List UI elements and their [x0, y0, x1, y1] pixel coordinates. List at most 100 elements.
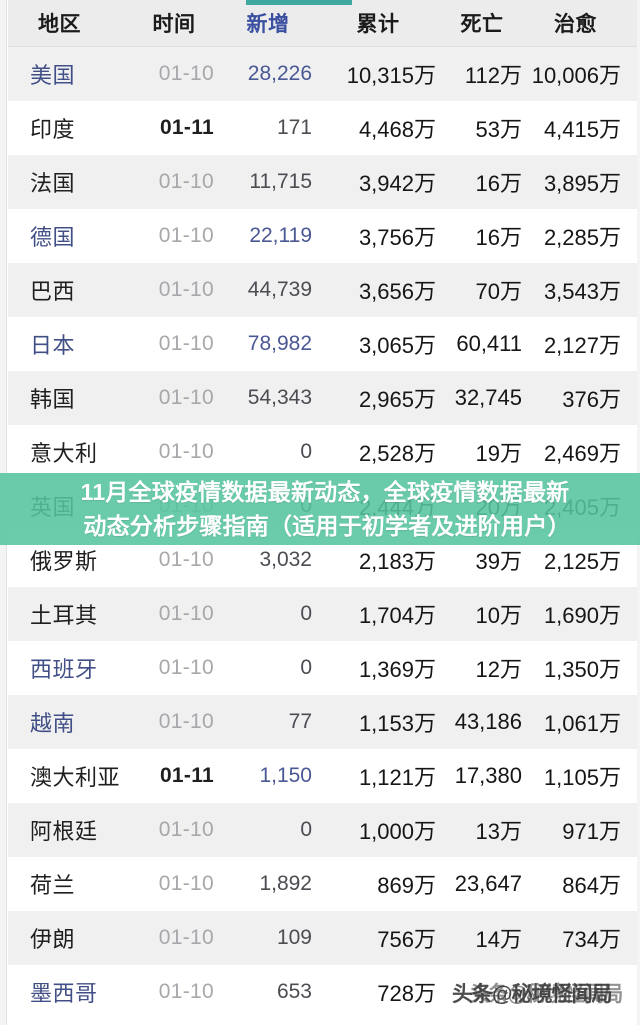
region-cell: 墨西哥: [8, 976, 132, 1008]
column-header-total-label: 累计: [356, 13, 400, 36]
cure-value: 864万: [562, 873, 621, 898]
cure-value: 4,415万: [543, 117, 621, 142]
cure-cell: 1,105万: [528, 760, 637, 792]
column-header-date-label: 时间: [152, 13, 196, 36]
region-value: 墨西哥: [30, 981, 98, 1006]
table-row[interactable]: 澳大利亚 01-11 1,150 1,121万 17,380 1,105万: [8, 749, 637, 803]
date-cell: 01-10: [132, 170, 222, 194]
region-cell: 俄罗斯: [8, 544, 132, 576]
region-cell: 巴西: [8, 274, 132, 306]
date-value: 01-10: [158, 332, 214, 355]
date-cell: 01-10: [132, 602, 222, 626]
total-cell: 2,183万: [318, 544, 440, 576]
cure-value: 1,105万: [543, 765, 621, 790]
death-cell: 60,411: [440, 331, 528, 357]
column-header-date[interactable]: 时间: [132, 8, 222, 38]
date-cell: 01-10: [132, 62, 222, 86]
new-value: 11,715: [249, 170, 312, 193]
date-cell: 01-10: [132, 710, 222, 734]
death-cell: 32,745: [440, 385, 528, 411]
table-row[interactable]: 德国 01-10 22,119 3,756万 16万 2,285万: [8, 209, 637, 263]
total-cell: 4,468万: [318, 112, 440, 144]
new-value: 54,343: [247, 386, 312, 409]
new-value: 0: [300, 656, 312, 679]
cure-value: 1,350万: [543, 657, 621, 682]
table-row[interactable]: 西班牙 01-10 0 1,369万 12万 1,350万: [8, 641, 637, 695]
date-cell: 01-10: [132, 548, 222, 572]
death-cell: 10万: [440, 598, 528, 630]
death-value: 32,745: [454, 385, 522, 410]
death-cell: 23,647: [440, 871, 528, 897]
new-value: 3,032: [259, 548, 312, 571]
region-value: 荷兰: [30, 873, 76, 898]
cure-value: 971万: [562, 819, 621, 844]
cure-cell: 1,350万: [528, 652, 637, 684]
table-row[interactable]: 意大利 01-10 0 2,528万 19万 2,469万: [8, 425, 637, 479]
death-cell: 43,186: [440, 709, 528, 735]
table-row[interactable]: 法国 01-10 11,715 3,942万 16万 3,895万: [8, 155, 637, 209]
table-row[interactable]: 阿根廷 01-10 0 1,000万 13万 971万: [8, 803, 637, 857]
new-value: 653: [276, 980, 312, 1003]
death-cell: 13万: [440, 814, 528, 846]
date-value: 01-10: [158, 62, 214, 85]
column-header-death[interactable]: 死亡: [440, 8, 528, 38]
total-value: 2,528万: [358, 441, 436, 466]
region-cell: 美国: [8, 58, 132, 90]
date-cell: 01-10: [132, 926, 222, 950]
table-row[interactable]: 土耳其 01-10 0 1,704万 10万 1,690万: [8, 587, 637, 641]
new-value: 171: [276, 116, 312, 139]
date-value: 01-10: [158, 440, 214, 463]
covid-stats-table-screen: 地区 时间 新增 累计 死亡 治愈 美国 01-10 28,226 10,315万 11…: [0, 0, 640, 1025]
total-cell: 10,315万: [318, 58, 440, 90]
date-value: 01-10: [158, 926, 214, 949]
column-header-death-label: 死亡: [460, 13, 504, 36]
new-cell: 0: [222, 818, 318, 842]
new-cell: 77: [222, 710, 318, 734]
table-row[interactable]: 伊朗 01-10 109 756万 14万 734万: [8, 911, 637, 965]
cure-value: 1,690万: [543, 603, 621, 628]
death-value: 43,186: [454, 709, 522, 734]
column-header-new[interactable]: 新增: [222, 8, 318, 38]
cure-value: 10,006万: [531, 63, 621, 88]
total-cell: 3,942万: [318, 166, 440, 198]
total-cell: 3,065万: [318, 328, 440, 360]
table-row[interactable]: 韩国 01-10 54,343 2,965万 32,745 376万: [8, 371, 637, 425]
column-header-cure[interactable]: 治愈: [528, 8, 637, 38]
column-header-region-label: 地区: [38, 13, 81, 36]
total-cell: 1,000万: [318, 814, 440, 846]
region-cell: 法国: [8, 166, 132, 198]
column-header-region[interactable]: 地区: [8, 8, 132, 38]
date-value: 01-10: [158, 170, 214, 193]
column-header-total[interactable]: 累计: [318, 8, 440, 38]
date-cell: 01-10: [132, 980, 222, 1004]
total-cell: 1,704万: [318, 598, 440, 630]
new-cell: 653: [222, 980, 318, 1004]
promo-banner-overlay: 11月全球疫情数据最新动态，全球疫情数据最新 动态分析步骤指南（适用于初学者及进…: [0, 473, 640, 545]
table-row[interactable]: 美国 01-10 28,226 10,315万 112万 10,006万: [8, 47, 637, 101]
region-cell: 荷兰: [8, 868, 132, 900]
new-value: 0: [300, 440, 312, 463]
table-row[interactable]: 印度 01-11 171 4,468万 53万 4,415万: [8, 101, 637, 155]
region-cell: 意大利: [8, 436, 132, 468]
table-row[interactable]: 巴西 01-10 44,739 3,656万 70万 3,543万: [8, 263, 637, 317]
table-row[interactable]: 越南 01-10 77 1,153万 43,186 1,061万: [8, 695, 637, 749]
total-value: 1,153万: [358, 711, 436, 736]
new-cell: 1,892: [222, 872, 318, 896]
cure-cell: 2,469万: [528, 436, 637, 468]
total-cell: 2,528万: [318, 436, 440, 468]
cure-value: 2,469万: [543, 441, 621, 466]
death-cell: 112万: [440, 58, 528, 90]
watermark: 头条@秘境怪闻局 头条@秘境怪闻局: [452, 978, 636, 1010]
date-value: 01-10: [158, 710, 214, 733]
new-value: 1,892: [259, 872, 312, 895]
total-cell: 1,369万: [318, 652, 440, 684]
death-value: 10万: [475, 603, 522, 628]
cure-value: 3,543万: [543, 279, 621, 304]
date-cell: 01-10: [132, 818, 222, 842]
table-row[interactable]: 日本 01-10 78,982 3,065万 60,411 2,127万: [8, 317, 637, 371]
total-value: 728万: [377, 981, 436, 1006]
table-row[interactable]: 荷兰 01-10 1,892 869万 23,647 864万: [8, 857, 637, 911]
total-value: 3,942万: [358, 171, 436, 196]
region-value: 越南: [30, 711, 76, 736]
date-value: 01-11: [159, 764, 214, 787]
